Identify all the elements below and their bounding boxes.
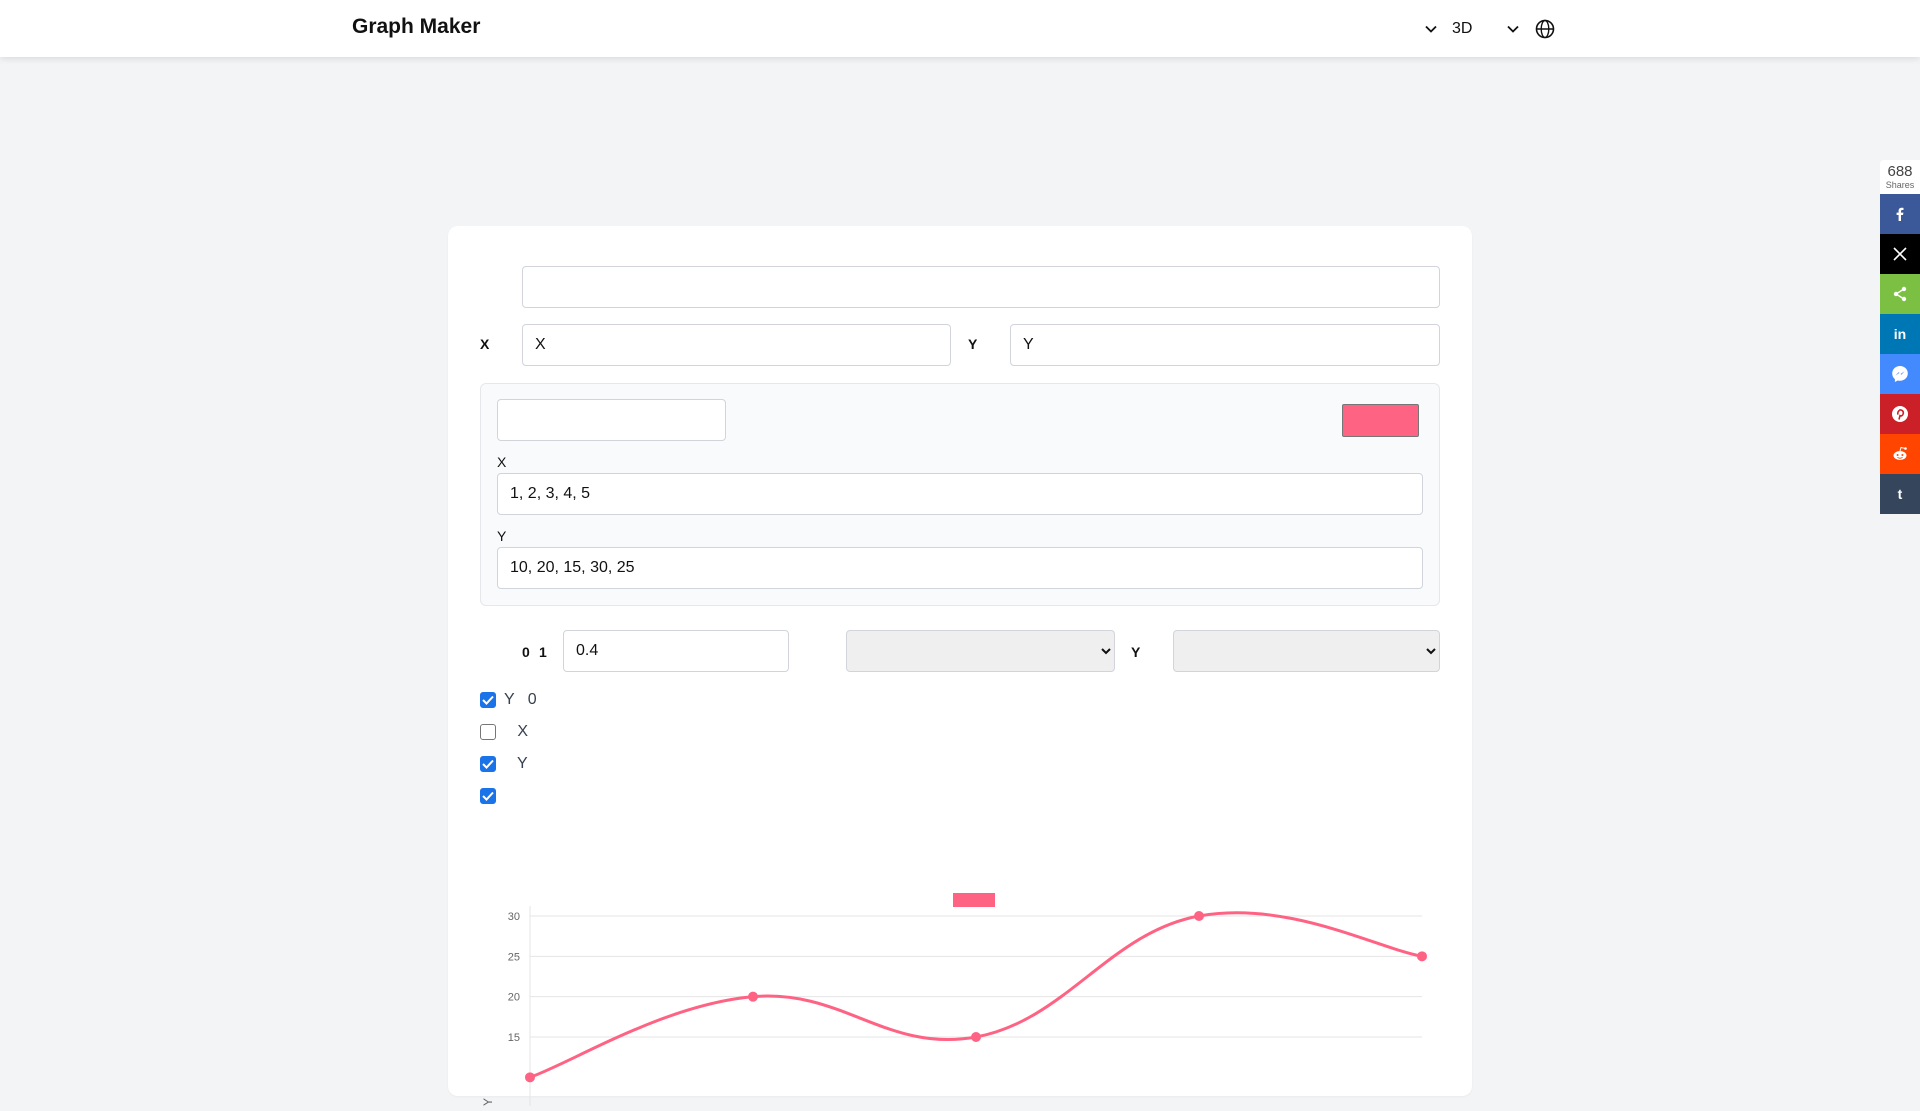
- y-axis-option-select[interactable]: [1173, 630, 1440, 672]
- social-share-bar: 688 Shares in t: [1880, 160, 1920, 514]
- tension-min-label: 0: [522, 644, 530, 660]
- checkbox-label: Y 0: [504, 691, 537, 708]
- x-icon: [1893, 247, 1907, 261]
- dataset-name-input[interactable]: [497, 399, 726, 441]
- x-axis-title-input[interactable]: [522, 324, 951, 366]
- nav-right-group: 3D: [1418, 16, 1558, 42]
- data-point: [1194, 911, 1204, 921]
- y-axis-title: Y: [481, 1098, 495, 1106]
- data-point: [748, 991, 758, 1002]
- checkbox-row-x-grid: X: [480, 722, 528, 742]
- data-point: [971, 1032, 981, 1042]
- checkbox-label: X: [504, 723, 529, 740]
- dataset-x-values-input[interactable]: [497, 473, 1423, 515]
- chevron-down-icon[interactable]: [1500, 16, 1526, 42]
- messenger-share-button[interactable]: [1880, 354, 1920, 394]
- facebook-icon: [1896, 207, 1904, 221]
- legend-swatch: [953, 893, 995, 907]
- graph-editor-card: X Y X Y 0 1 Y Y 0 X Y: [448, 226, 1472, 1106]
- y-tick-label: 25: [508, 951, 520, 963]
- reddit-icon: [1893, 446, 1907, 460]
- y-begin-at-zero-checkbox[interactable]: [480, 692, 496, 708]
- x-axis-label: X: [480, 336, 490, 352]
- linkedin-share-button[interactable]: in: [1880, 314, 1920, 354]
- dataset-color-picker[interactable]: [1342, 404, 1419, 437]
- pinterest-share-button[interactable]: [1880, 394, 1920, 434]
- checkbox-row-y-begin-zero: Y 0: [480, 690, 537, 710]
- linkedin-icon: in: [1893, 326, 1907, 342]
- data-point: [525, 1072, 535, 1083]
- globe-language-icon[interactable]: [1532, 16, 1558, 42]
- pinterest-icon: [1892, 406, 1908, 422]
- menu-3d-link[interactable]: 3D: [1452, 20, 1472, 38]
- share-count-number: 688: [1887, 163, 1913, 180]
- share-count-label: Shares: [1885, 180, 1915, 190]
- checkbox-label: Y: [504, 755, 528, 772]
- series-line: [529, 911, 1423, 1079]
- chevron-down-icon[interactable]: [1418, 16, 1444, 42]
- y-axis-title-input[interactable]: [1010, 324, 1440, 366]
- dataset-y-values-input[interactable]: [497, 547, 1423, 589]
- y-tick-label: 30: [508, 911, 520, 923]
- y-grid-checkbox[interactable]: [480, 756, 496, 772]
- x-share-button[interactable]: [1880, 234, 1920, 274]
- reddit-share-button[interactable]: [1880, 434, 1920, 474]
- brand-logo-text[interactable]: Graph Maker: [352, 15, 480, 39]
- tumblr-icon: t: [1897, 486, 1903, 502]
- show-legend-checkbox[interactable]: [480, 788, 496, 804]
- messenger-icon: [1892, 366, 1908, 382]
- share-icon: [1893, 286, 1907, 302]
- y-axis-label: Y: [968, 336, 978, 352]
- chart-title-input[interactable]: [522, 266, 1440, 308]
- tension-max-label: 1: [539, 644, 547, 660]
- dataset-y-label: Y: [497, 528, 507, 544]
- dataset-x-label: X: [497, 454, 507, 470]
- checkbox-row-legend: [480, 786, 504, 806]
- y-tick-label: 15: [508, 1032, 520, 1044]
- x-grid-checkbox[interactable]: [480, 724, 496, 740]
- top-navigation-bar: Graph Maker 3D: [0, 0, 1920, 57]
- facebook-share-button[interactable]: [1880, 194, 1920, 234]
- data-point: [1417, 951, 1427, 962]
- y-select-label: Y: [1131, 644, 1141, 660]
- line-chart-svg: 15 20 25 30 Y: [481, 893, 1427, 1106]
- y-tick-label: 20: [508, 992, 520, 1004]
- share-count: 688 Shares: [1880, 160, 1920, 194]
- checkbox-row-y-grid: Y: [480, 754, 528, 774]
- line-chart: 15 20 25 30 Y: [480, 846, 1440, 1106]
- tumblr-share-button[interactable]: t: [1880, 474, 1920, 514]
- dataset-panel: X Y: [480, 383, 1440, 606]
- chart-option-select[interactable]: [846, 630, 1115, 672]
- generic-share-button[interactable]: [1880, 274, 1920, 314]
- line-tension-input[interactable]: [563, 630, 789, 672]
